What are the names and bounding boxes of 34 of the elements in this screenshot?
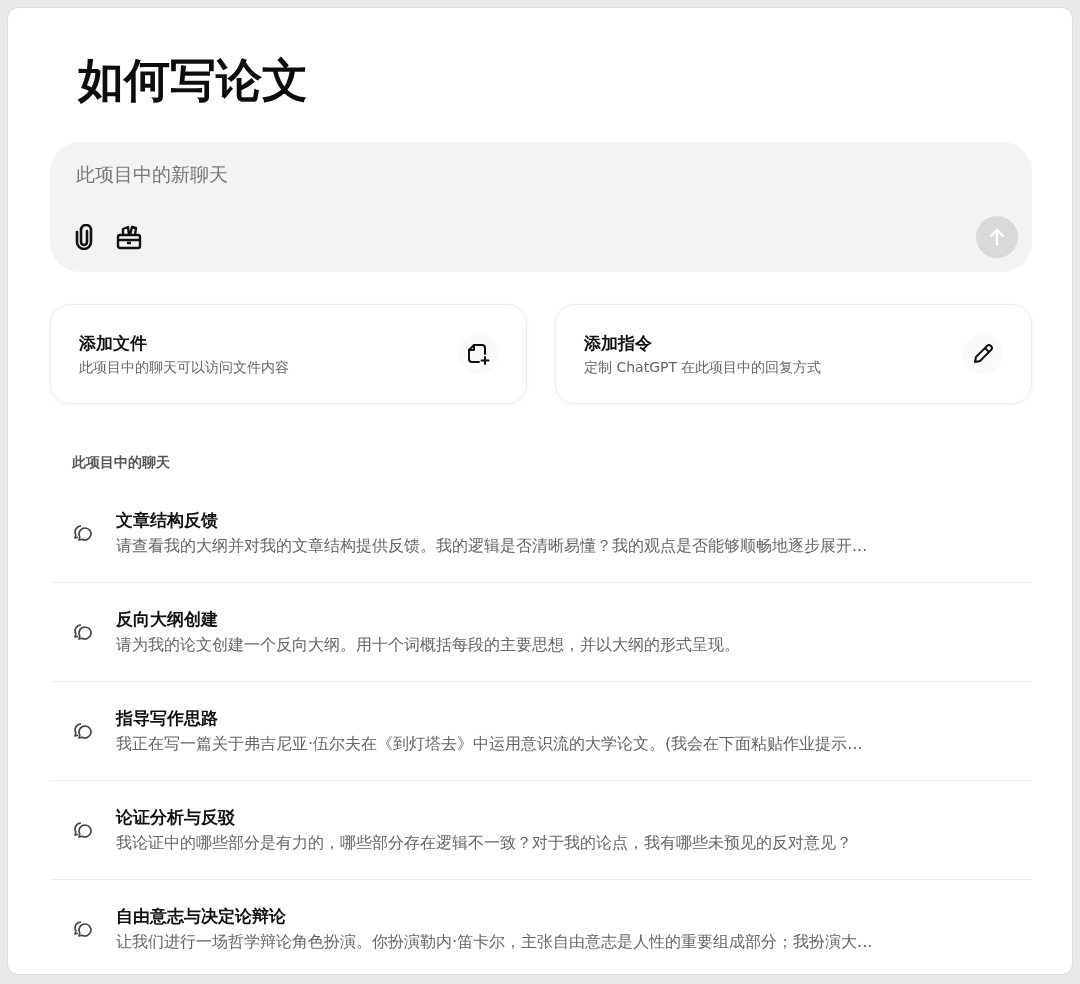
tools-button[interactable] <box>116 224 142 250</box>
chat-preview: 请查看我的大纲并对我的文章结构提供反馈。我的逻辑是否清晰易懂？我的观点是否能够顺畅地逐步展开... <box>116 536 868 557</box>
chat-composer[interactable]: 此项目中的新聊天 <box>50 142 1032 272</box>
chat-preview: 我正在写一篇关于弗吉尼亚·伍尔夫在《到灯塔去》中运用意识流的大学论文。(我会在下面粘贴作业提示... <box>116 734 863 755</box>
chat-title[interactable]: 自由意志与决定论辩论 <box>116 905 873 928</box>
chat-bubbles-icon <box>72 919 94 939</box>
chat-title[interactable]: 反向大纲创建 <box>116 608 740 631</box>
action-card[interactable]: 添加文件 此项目中的聊天可以访问文件内容 <box>50 304 527 404</box>
chat-title[interactable]: 指导写作思路 <box>116 707 863 730</box>
section-label: 此项目中的聊天 <box>72 454 171 472</box>
message-input-field[interactable]: 此项目中的新聊天 <box>74 162 1022 186</box>
chat-bubbles-icon <box>72 622 94 642</box>
pencil-icon <box>972 343 994 365</box>
arrow-up-icon <box>987 227 1007 247</box>
chat-preview: 让我们进行一场哲学辩论角色扮演。你扮演勒内·笛卡尔，主张自由意志是人性的重要组成部分；我扮演大... <box>116 932 873 953</box>
card-title: 添加指令 <box>584 331 653 355</box>
chat-preview: 请为我的论文创建一个反向大纲。用十个词概括每段的主要思想，并以大纲的形式呈现。 <box>116 635 740 656</box>
paperclip-icon <box>74 224 94 250</box>
chat-bubbles-icon <box>72 721 94 741</box>
chat-bubbles-icon <box>72 820 94 840</box>
project-title: 如何写论文 <box>78 52 309 109</box>
card-subtitle: 定制 ChatGPT 在此项目中的回复方式 <box>584 358 823 377</box>
file-plus-icon <box>466 342 490 366</box>
icon-button[interactable] <box>963 334 1003 374</box>
toolbox-icon <box>116 224 142 250</box>
chat-preview: 我论证中的哪些部分是有力的，哪些部分存在逻辑不一致？对于我的论点，我有哪些未预见的反对意见？ <box>116 833 852 854</box>
chat-bubbles-icon <box>72 523 94 543</box>
card-title: 添加文件 <box>79 331 148 355</box>
card-subtitle: 此项目中的聊天可以访问文件内容 <box>79 358 290 377</box>
chat-title[interactable]: 文章结构反馈 <box>116 509 868 532</box>
attach-button[interactable] <box>74 224 94 250</box>
icon-button[interactable] <box>458 334 498 374</box>
chat-title[interactable]: 论证分析与反驳 <box>116 806 852 829</box>
action-card[interactable]: 添加指令 定制 ChatGPT 在此项目中的回复方式 <box>555 304 1032 404</box>
